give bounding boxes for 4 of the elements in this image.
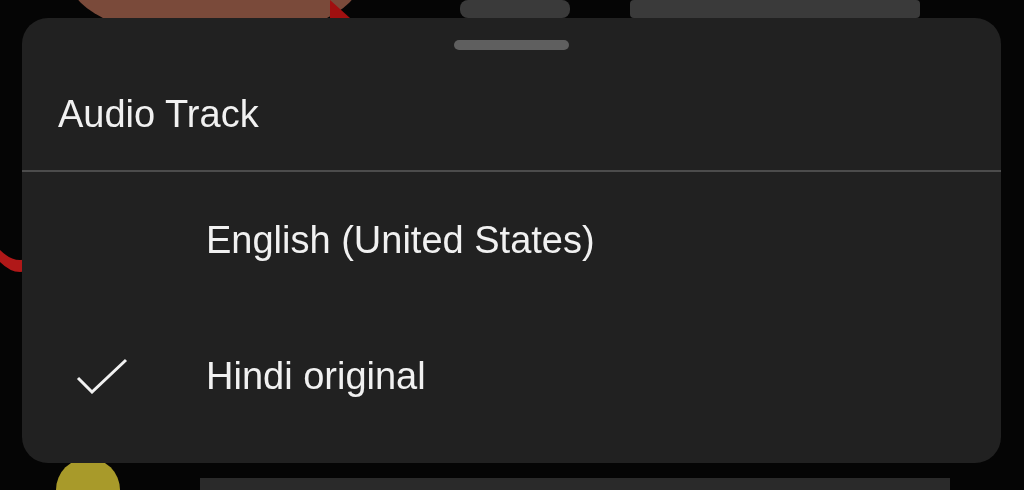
sheet-title: Audio Track (58, 93, 259, 135)
drag-handle[interactable] (454, 40, 569, 50)
audio-track-option[interactable]: Hindi original (22, 308, 1001, 444)
audio-track-option[interactable]: English (United States) (22, 172, 1001, 308)
